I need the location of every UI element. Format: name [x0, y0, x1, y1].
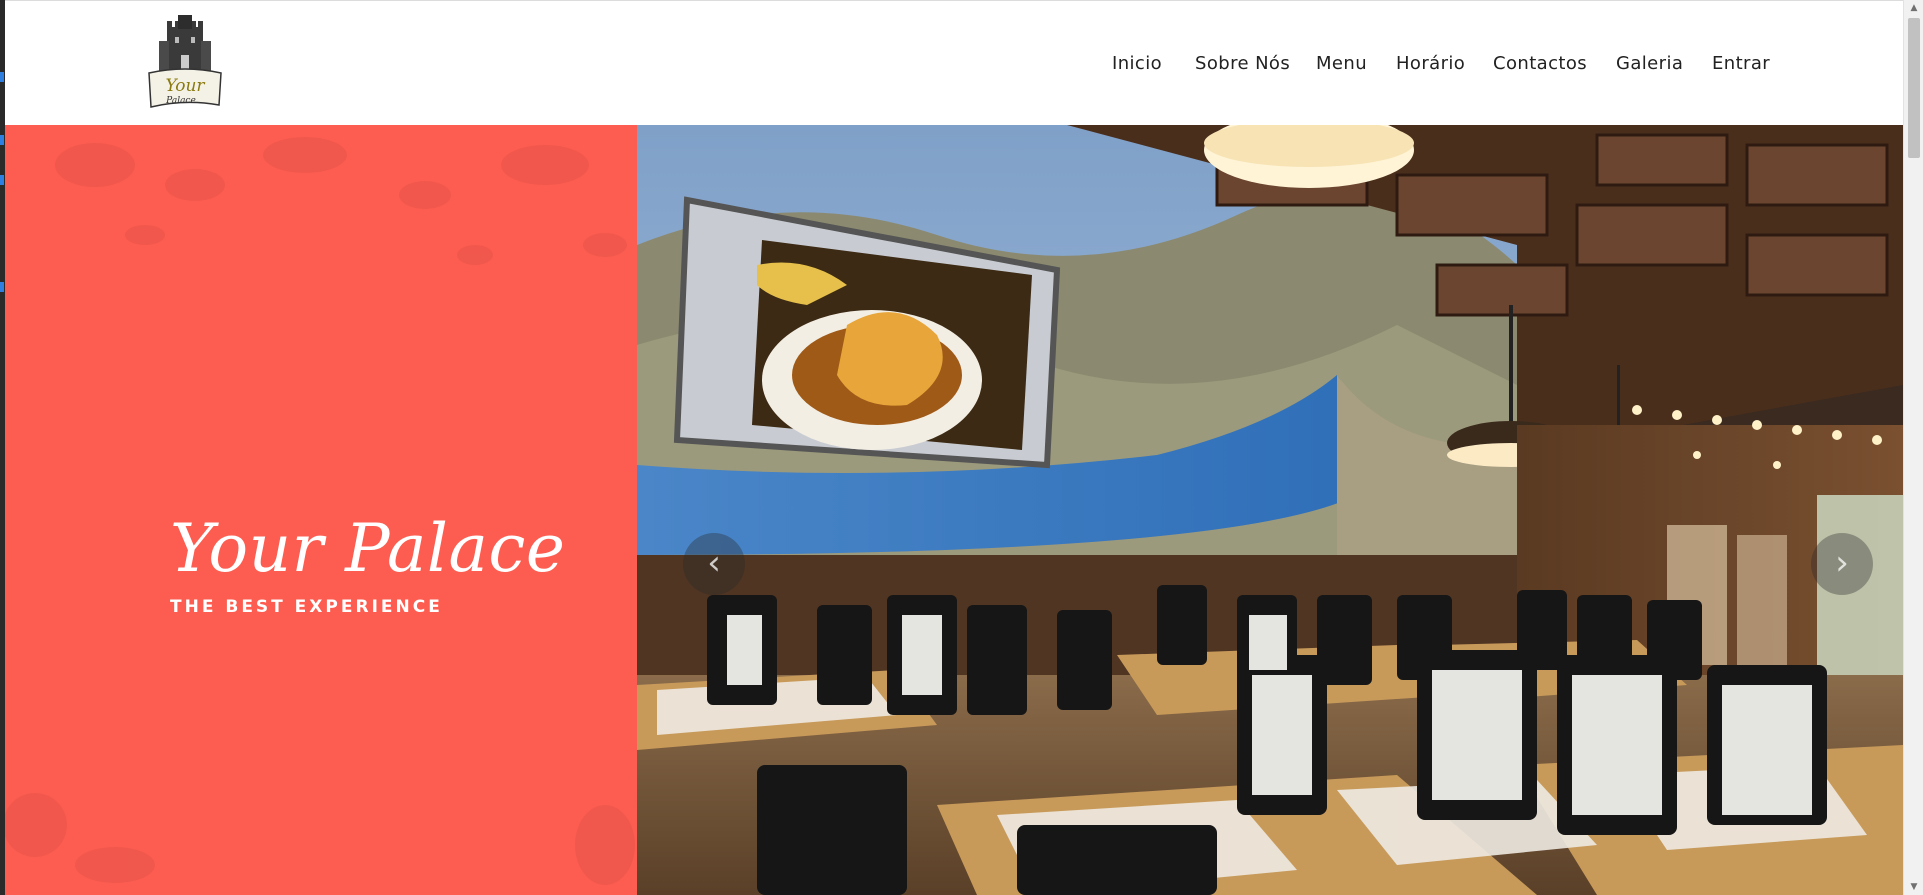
hero-carousel: ‹ ›	[637, 125, 1903, 895]
nav-item-entrar[interactable]: Entrar	[1712, 53, 1770, 74]
scroll-thumb[interactable]	[1908, 18, 1920, 158]
nav-item-menu[interactable]: Menu	[1316, 53, 1367, 74]
site-header: Your Palace Inicio Sobre Nós Menu Horári…	[5, 0, 1903, 125]
page-scrollbar[interactable]: ▲ ▼	[1903, 0, 1923, 895]
hero-subtitle: THE BEST EXPERIENCE	[170, 597, 443, 617]
hero-text-panel: Your Palace THE BEST EXPERIENCE	[5, 125, 637, 895]
restaurant-interior-image	[637, 125, 1903, 895]
chevron-left-icon[interactable]: ‹	[683, 533, 745, 595]
castle-logo-icon[interactable]: Your Palace	[145, 15, 225, 115]
edge-marker	[0, 175, 4, 185]
scroll-up-icon[interactable]: ▲	[1904, 0, 1923, 16]
nav-item-inicio[interactable]: Inicio	[1112, 53, 1162, 74]
logo-text: Your	[165, 76, 205, 96]
edge-marker	[0, 135, 4, 145]
nav-item-horario[interactable]: Horário	[1396, 53, 1465, 74]
hero-section: Your Palace THE BEST EXPERIENCE ‹ ›	[5, 125, 1903, 895]
edge-marker	[0, 72, 4, 82]
edge-marker	[0, 282, 4, 292]
hero-title: Your Palace	[170, 510, 566, 587]
scroll-down-icon[interactable]: ▼	[1904, 879, 1923, 895]
nav-item-contactos[interactable]: Contactos	[1493, 53, 1587, 74]
logo-subtext: Palace	[165, 96, 196, 106]
nav-item-sobre-nos[interactable]: Sobre Nós	[1195, 53, 1290, 74]
nav-item-galeria[interactable]: Galeria	[1616, 53, 1683, 74]
chevron-right-icon[interactable]: ›	[1811, 533, 1873, 595]
